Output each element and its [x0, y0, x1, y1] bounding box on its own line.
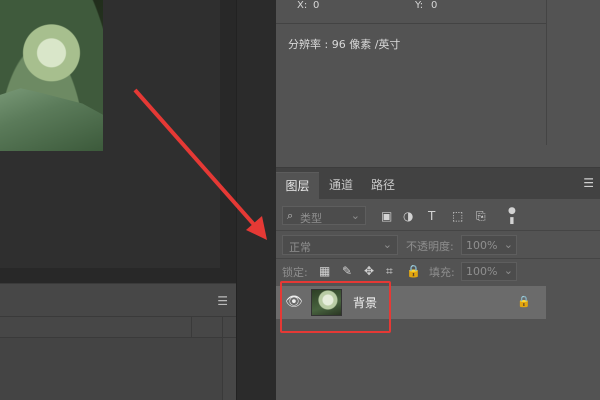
divider: [0, 316, 236, 317]
chevron-down-icon: ⌄: [350, 209, 360, 222]
panel-menu-icon[interactable]: ☰: [583, 176, 594, 190]
chevron-down-icon: ⌄: [382, 238, 392, 251]
lock-icon: 🔒: [517, 295, 531, 308]
chevron-down-icon: ⌄: [503, 238, 513, 251]
blend-mode-select[interactable]: 正常 ⌄: [282, 235, 398, 255]
info-panel-footer: [276, 145, 600, 168]
divider: [191, 316, 192, 337]
filter-kind-label: 类型: [300, 212, 322, 225]
layer-filter-row: ⌕ 类型 ⌄ ▣ ◑ T ⬚ ⎘ ● ▮: [276, 199, 600, 231]
lock-image-pixels-icon[interactable]: ✎: [342, 264, 352, 278]
shape-filter-icon[interactable]: ⬚: [452, 209, 463, 223]
coordinates-readout: X: 0 Y: 0: [276, 0, 546, 24]
document-canvas[interactable]: [0, 0, 220, 268]
type-filter-icon[interactable]: T: [428, 209, 435, 223]
adjustment-filter-icon[interactable]: ◑: [403, 209, 413, 223]
x-value: 0: [313, 0, 320, 11]
right-panel-dock: X: 0 Y: 0 分辨率 : 96 像素 /英寸 图层 通道 路径 ☰ ⌕ 类…: [276, 0, 600, 400]
info-panel: X: 0 Y: 0 分辨率 : 96 像素 /英寸: [276, 0, 600, 168]
tab-channels[interactable]: 通道: [322, 172, 360, 199]
divider: [222, 316, 223, 400]
tab-paths[interactable]: 路径: [364, 172, 402, 199]
lock-transparent-pixels-icon[interactable]: ▦: [319, 264, 330, 278]
panel-content: [0, 338, 222, 400]
filter-kind-select[interactable]: ⌕ 类型 ⌄: [282, 206, 366, 225]
y-value: 0: [431, 0, 438, 11]
opacity-value: 100%: [466, 239, 498, 252]
filter-toggle-icon[interactable]: ● ▮: [508, 206, 516, 226]
fill-input[interactable]: 100% ⌄: [461, 262, 517, 281]
image-filter-icon[interactable]: ▣: [381, 209, 392, 223]
lock-artboard-icon[interactable]: ⌗: [386, 264, 393, 278]
lock-label: 锁定:: [282, 266, 308, 279]
fill-label: 填充:: [429, 266, 455, 279]
bottom-left-panel: ☰: [0, 283, 236, 400]
blend-mode-row: 正常 ⌄ 不透明度: 100% ⌄: [276, 231, 600, 259]
panel-menu-icon[interactable]: ☰: [217, 294, 228, 308]
document-canvas-area[interactable]: [0, 0, 236, 283]
leaf-image-detail: [0, 88, 103, 151]
blend-mode-value: 正常: [289, 241, 311, 254]
fill-value: 100%: [466, 265, 498, 278]
resolution-text: 分辨率 : 96 像素 /英寸: [288, 38, 401, 51]
lock-all-icon[interactable]: 🔒: [406, 264, 421, 278]
x-label: X:: [297, 0, 308, 11]
opacity-label: 不透明度:: [406, 240, 454, 253]
image-preview: [0, 0, 103, 151]
opacity-input[interactable]: 100% ⌄: [461, 235, 517, 255]
y-label: Y:: [415, 0, 424, 11]
annotation-highlight-box: [280, 281, 391, 333]
tab-layers[interactable]: 图层: [276, 172, 319, 199]
lock-position-icon[interactable]: ✥: [364, 264, 374, 278]
scrollbar-track[interactable]: [546, 0, 547, 145]
panel-gutter: [236, 0, 276, 400]
smartobject-filter-icon[interactable]: ⎘: [476, 209, 486, 223]
layers-panel-tabs: 图层 通道 路径 ☰: [276, 168, 600, 199]
search-icon: ⌕: [287, 209, 294, 222]
chevron-down-icon: ⌄: [503, 264, 513, 277]
